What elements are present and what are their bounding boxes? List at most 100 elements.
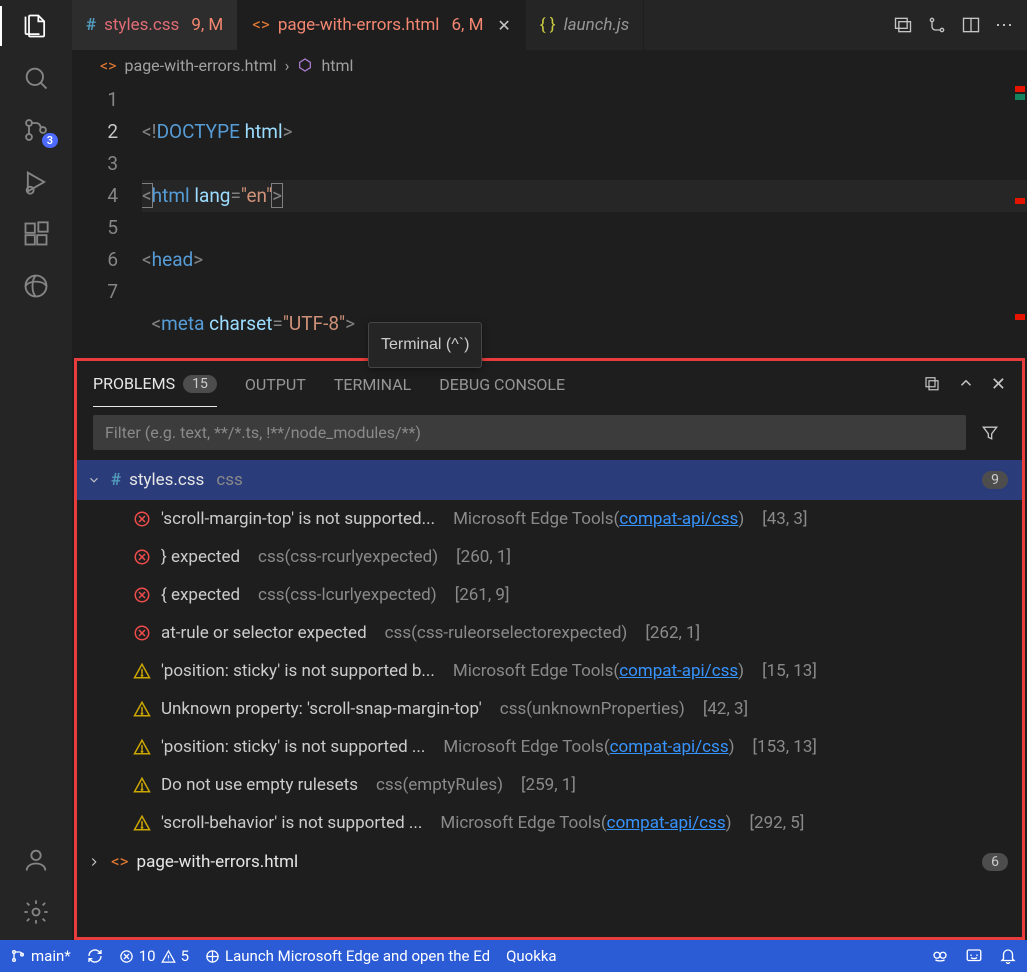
tab-launch-js[interactable]: { } launch.js xyxy=(526,0,644,50)
warning-icon xyxy=(133,662,151,680)
filter-icon[interactable] xyxy=(974,415,1006,450)
explorer-icon[interactable] xyxy=(20,10,52,42)
error-icon xyxy=(133,510,151,528)
code-editor[interactable]: 1 2 3 4 5 6 7 <!DOCTYPE html> <html lang… xyxy=(72,80,1027,358)
problem-row[interactable]: Unknown property: 'scroll-snap-margin-to… xyxy=(77,690,1022,728)
problem-source: css(css-lcurlyexpected) xyxy=(258,585,437,605)
problem-location: [153, 13] xyxy=(753,737,817,757)
chevron-right-icon xyxy=(85,855,103,869)
minimap[interactable] xyxy=(1011,80,1025,358)
problem-row[interactable]: 'position: sticky' is not supported b...… xyxy=(77,652,1022,690)
problem-link[interactable]: compat-api/css xyxy=(619,509,738,529)
edge-icon[interactable] xyxy=(20,270,52,302)
tab-problems[interactable]: PROBLEMS 15 xyxy=(93,361,217,407)
breadcrumb[interactable]: <> page-with-errors.html › html xyxy=(72,50,1027,80)
problem-message: 'position: sticky' is not supported ... xyxy=(161,737,425,757)
error-icon xyxy=(133,624,151,642)
more-icon[interactable]: ⋯ xyxy=(995,15,1013,36)
problem-message: Do not use empty rulesets xyxy=(161,775,358,795)
problem-row[interactable]: { expected css(css-lcurlyexpected) [261, 9… xyxy=(77,576,1022,614)
problem-location: [262, 1] xyxy=(645,623,700,643)
problem-location: [43, 3] xyxy=(762,509,807,529)
problem-message: } expected xyxy=(161,547,240,567)
css-file-icon: # xyxy=(86,15,96,35)
problems-file-row[interactable]: # styles.css css 9 xyxy=(77,460,1022,500)
problems-panel: PROBLEMS 15 OUTPUT TERMINAL DEBUG CONSOL… xyxy=(74,358,1025,940)
problem-message: Unknown property: 'scroll-snap-margin-to… xyxy=(161,699,482,719)
error-icon xyxy=(133,586,151,604)
problem-row[interactable]: Do not use empty rulesetscss(emptyRules)… xyxy=(77,766,1022,804)
scm-badge: 3 xyxy=(42,133,58,148)
warning-icon xyxy=(133,776,151,794)
problem-location: [292, 5] xyxy=(750,813,805,833)
close-tab-icon[interactable]: ✕ xyxy=(497,16,510,35)
status-branch[interactable]: main* xyxy=(10,947,71,965)
html-file-icon: <> xyxy=(111,852,129,872)
account-icon[interactable] xyxy=(20,844,52,876)
status-bar: main* 10 5 Launch Microsoft Edge and ope… xyxy=(0,940,1027,972)
problem-message: 'scroll-behavior' is not supported ... xyxy=(161,813,422,833)
error-icon xyxy=(133,548,151,566)
editor-tab-bar: # styles.css 9, M <> page-with-errors.ht… xyxy=(72,0,1027,50)
problem-location: [261, 9] xyxy=(455,585,510,605)
collapse-all-icon[interactable] xyxy=(923,374,941,395)
status-feedback-icon[interactable] xyxy=(965,947,983,965)
settings-gear-icon[interactable] xyxy=(20,896,52,928)
problems-file-row[interactable]: <> page-with-errors.html 6 xyxy=(77,842,1022,882)
problem-source: css(unknownProperties) xyxy=(500,699,685,719)
search-icon[interactable] xyxy=(20,62,52,94)
problem-source: Microsoft Edge Tools(compat-api/css) xyxy=(440,813,731,833)
problems-list: # styles.css css 9 'scroll-margin-top' i… xyxy=(77,460,1022,937)
problem-row[interactable]: 'scroll-margin-top' is not supported... M… xyxy=(77,500,1022,538)
source-control-icon[interactable]: 3 xyxy=(20,114,52,146)
problem-source: Microsoft Edge Tools(compat-api/css) xyxy=(453,661,744,681)
problem-row[interactable]: 'position: sticky' is not supported ... M… xyxy=(77,728,1022,766)
problem-source: css(css-rcurlyexpected) xyxy=(258,547,438,567)
split-editor-icon[interactable] xyxy=(961,15,981,36)
problems-filter-input[interactable] xyxy=(93,415,966,450)
editor-actions: ⋯ xyxy=(893,15,1027,36)
problem-link[interactable]: compat-api/css xyxy=(610,737,729,757)
html-file-icon: <> xyxy=(252,15,270,35)
warning-icon xyxy=(133,738,151,756)
warning-icon xyxy=(133,700,151,718)
problem-source: css(css-ruleorselectorexpected) xyxy=(385,623,628,643)
problem-message: 'scroll-margin-top' is not supported... xyxy=(161,509,435,529)
problem-location: [15, 13] xyxy=(762,661,817,681)
problem-message: at-rule or selector expected xyxy=(161,623,367,643)
run-icon[interactable] xyxy=(893,15,913,36)
terminal-tooltip: Terminal (^`) xyxy=(368,322,482,368)
problem-location: [42, 3] xyxy=(703,699,748,719)
status-copilot-icon[interactable] xyxy=(931,947,949,965)
panel-tab-bar: PROBLEMS 15 OUTPUT TERMINAL DEBUG CONSOL… xyxy=(77,361,1022,407)
maximize-panel-icon[interactable] xyxy=(957,374,975,395)
problem-source: Microsoft Edge Tools(compat-api/css) xyxy=(443,737,734,757)
problem-message: { expected xyxy=(161,585,240,605)
tab-styles-css[interactable]: # styles.css 9, M xyxy=(72,0,238,50)
status-sync[interactable] xyxy=(87,948,103,964)
tab-output[interactable]: OUTPUT xyxy=(245,361,306,407)
line-gutter: 1 2 3 4 5 6 7 xyxy=(72,84,142,358)
html-file-icon: <> xyxy=(100,56,117,75)
status-bell-icon[interactable] xyxy=(999,947,1017,965)
symbol-icon xyxy=(297,57,313,73)
problem-link[interactable]: compat-api/css xyxy=(619,661,738,681)
problem-link[interactable]: compat-api/css xyxy=(607,813,726,833)
problem-message: 'position: sticky' is not supported b... xyxy=(161,661,435,681)
problem-location: [259, 1] xyxy=(521,775,576,795)
warning-icon xyxy=(133,814,151,832)
problem-source: Microsoft Edge Tools(compat-api/css) xyxy=(453,509,744,529)
run-debug-icon[interactable] xyxy=(20,166,52,198)
status-quokka[interactable]: Quokka xyxy=(506,947,557,965)
problem-row[interactable]: at-rule or selector expected css(css-rule… xyxy=(77,614,1022,652)
status-problems[interactable]: 10 5 xyxy=(119,947,189,965)
close-panel-icon[interactable]: ✕ xyxy=(991,374,1006,395)
activity-bar: 3 xyxy=(0,0,72,940)
tab-page-with-errors[interactable]: <> page-with-errors.html 6, M ✕ xyxy=(238,0,526,50)
problem-row[interactable]: 'scroll-behavior' is not supported ... Mi… xyxy=(77,804,1022,842)
extensions-icon[interactable] xyxy=(20,218,52,250)
status-launch-edge[interactable]: Launch Microsoft Edge and open the Ed xyxy=(205,947,490,965)
problem-row[interactable]: } expectedcss(css-rcurlyexpected)[260, 1… xyxy=(77,538,1022,576)
diff-icon[interactable] xyxy=(927,15,947,36)
css-file-icon: # xyxy=(111,470,121,490)
